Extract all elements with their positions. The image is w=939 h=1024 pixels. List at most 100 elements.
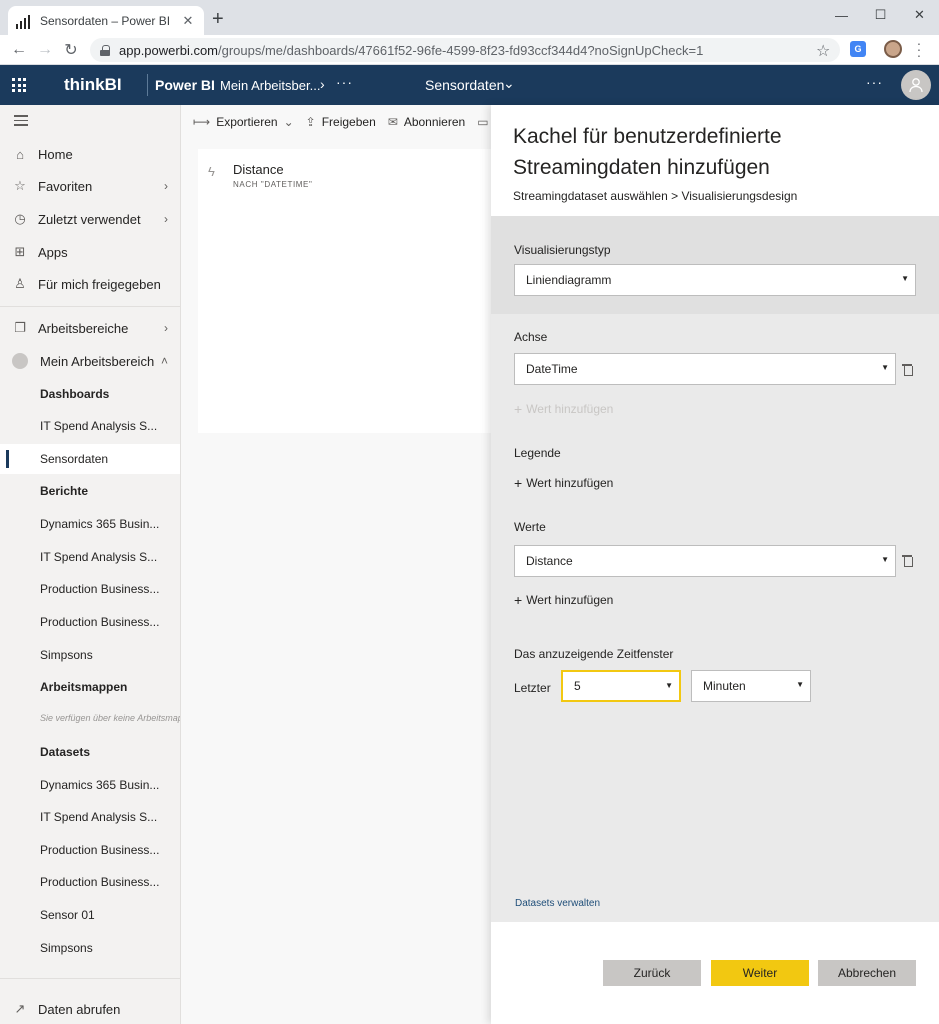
caret-down-icon: ▼ — [881, 363, 889, 372]
new-tab-button[interactable]: + — [212, 9, 224, 29]
app-launcher-icon[interactable] — [12, 78, 26, 92]
close-window-button[interactable]: ✕ — [900, 0, 939, 30]
browser-tab-strip: Sensordaten – Power BI ✕ + — ☐ ✕ — [0, 0, 939, 35]
address-bar[interactable]: app.powerbi.com/groups/me/dashboards/476… — [90, 38, 840, 62]
browser-tab[interactable]: Sensordaten – Power BI ✕ — [8, 6, 204, 35]
list-item[interactable]: Production Business... — [0, 835, 180, 865]
nav-item-label: Für mich freigegeben — [38, 276, 161, 292]
nav-item-shared[interactable]: ♙ Für mich freigegeben — [0, 269, 180, 299]
minimize-button[interactable]: — — [822, 0, 861, 30]
arrow-up-right-icon: ↗ — [14, 1001, 26, 1016]
lightning-icon: ϟ — [208, 164, 215, 179]
export-icon: ⟼ — [193, 114, 211, 129]
product-name[interactable]: Power BI — [155, 77, 215, 93]
list-item[interactable]: Simpsons — [0, 640, 180, 670]
add-legend-value-button[interactable]: + Wert hinzufügen — [514, 475, 613, 491]
add-value-label: Wert hinzufügen — [526, 593, 614, 607]
axis-select[interactable]: DateTime ▼ — [514, 353, 896, 385]
viz-type-label: Visualisierungstyp — [514, 243, 611, 257]
values-select[interactable]: Distance ▼ — [514, 545, 896, 577]
cancel-button[interactable]: Abbrechen — [818, 960, 916, 986]
list-item[interactable]: Sensor 01 — [0, 900, 180, 930]
list-item[interactable]: IT Spend Analysis S... — [0, 411, 180, 441]
list-item[interactable]: IT Spend Analysis S... — [0, 542, 180, 572]
time-unit-select[interactable]: Minuten ▼ — [691, 670, 811, 702]
chevron-up-icon: ˄ — [160, 354, 168, 368]
browser-menu-icon[interactable]: · · · — [914, 36, 924, 62]
nav-divider — [0, 978, 180, 979]
trash-icon[interactable] — [902, 555, 913, 567]
browser-tab-title: Sensordaten – Power BI — [40, 13, 171, 28]
subscribe-button[interactable]: ✉ Abonnieren — [388, 115, 465, 129]
forward-arrow-icon[interactable]: → — [32, 41, 58, 59]
nav-item-label: Home — [38, 146, 73, 162]
nav-item-label: Daten abrufen — [38, 1001, 121, 1017]
last-label: Letzter — [514, 681, 551, 695]
dashboard-title[interactable]: Sensordaten — [425, 77, 504, 93]
section-workbooks: Arbeitsmappen — [40, 680, 128, 694]
list-item[interactable]: Production Business... — [0, 867, 180, 897]
nav-item-apps[interactable]: ⊞ Apps — [0, 237, 180, 267]
nav-item-favorites[interactable]: ☆ Favoriten › — [0, 171, 180, 201]
add-tile-panel: Kachel für benutzerdefinierte Streamingd… — [491, 105, 939, 1024]
back-button[interactable]: Zurück — [603, 960, 701, 986]
profile-avatar[interactable] — [884, 40, 902, 58]
back-arrow-icon[interactable]: ← — [6, 41, 32, 59]
caret-down-icon: ▼ — [881, 555, 889, 564]
panel-title: Kachel für benutzerdefinierte Streamingd… — [513, 125, 782, 179]
apps-icon: ⊞ — [14, 244, 26, 259]
header-more-icon[interactable]: ··· — [866, 74, 883, 90]
time-count-select[interactable]: 5 ▼ — [561, 670, 681, 702]
share-icon: ⇪ — [305, 114, 316, 129]
maximize-button[interactable]: ☐ — [861, 0, 900, 30]
add-values-value-button[interactable]: + Wert hinzufügen — [514, 592, 613, 608]
export-button[interactable]: ⟼ Exportieren ⌄ — [193, 115, 294, 129]
list-item[interactable]: Production Business... — [0, 607, 180, 637]
trash-icon[interactable] — [902, 364, 913, 376]
share-label: Freigeben — [321, 114, 376, 129]
caret-down-icon: ▼ — [796, 680, 804, 689]
nav-item-home[interactable]: ⌂ Home — [0, 139, 180, 169]
subscribe-label: Abonnieren — [403, 114, 466, 129]
translate-extension-icon[interactable]: G — [850, 41, 866, 57]
reload-icon[interactable]: ↻ — [58, 40, 84, 60]
time-count-value: 5 — [574, 679, 581, 693]
workspace-breadcrumb[interactable]: Mein Arbeitsber... — [220, 78, 320, 93]
hamburger-menu-icon[interactable] — [14, 115, 28, 129]
panel-footer: Zurück Weiter Abbrechen — [491, 922, 939, 1024]
more-options-icon[interactable]: ··· — [336, 74, 353, 90]
breadcrumb: Streamingdataset auswählen > Visualisier… — [513, 189, 798, 203]
next-button[interactable]: Weiter — [711, 960, 809, 986]
list-item[interactable]: Dynamics 365 Busin... — [0, 509, 180, 539]
section-datasets: Datasets — [40, 745, 91, 759]
get-data-button[interactable]: ↗ Daten abrufen — [0, 994, 180, 1024]
viz-type-select[interactable]: Liniendiagramm ▼ — [514, 264, 916, 296]
tile-title: Distance — [233, 162, 284, 177]
chevron-down-icon[interactable]: ⌄ — [503, 75, 515, 92]
tab-close-icon[interactable]: ✕ — [180, 13, 196, 29]
share-button[interactable]: ⇪ Freigeben — [306, 115, 376, 129]
nav-item-my-workspace[interactable]: Mein Arbeitsbereich ˄ — [0, 346, 180, 376]
manage-datasets-link[interactable]: Datasets verwalten — [515, 898, 600, 909]
bookmark-star-icon[interactable]: ☆ — [816, 41, 830, 61]
plus-icon: + — [514, 475, 523, 491]
time-window-label: Das anzuzeigende Zeitfenster — [514, 647, 674, 661]
user-avatar[interactable] — [901, 70, 931, 100]
chevron-right-icon: › — [320, 76, 325, 92]
nav-item-recent[interactable]: ◷ Zuletzt verwendet › — [0, 204, 180, 234]
list-item[interactable]: Production Business... — [0, 574, 180, 604]
list-item-active[interactable]: Sensordaten — [0, 444, 180, 474]
list-item[interactable]: Simpsons — [0, 933, 180, 963]
list-item[interactable]: Dynamics 365 Busin... — [0, 770, 180, 800]
nav-item-workspaces[interactable]: ❐ Arbeitsbereiche › — [0, 313, 180, 343]
chevron-right-icon: › — [164, 212, 168, 226]
add-value-label: Wert hinzufügen — [526, 402, 614, 416]
values-label: Werte — [514, 520, 546, 534]
empty-workbooks-note: Sie verfügen über keine Arbeitsmappen — [40, 713, 180, 723]
add-value-label: Wert hinzufügen — [526, 476, 614, 490]
export-label: Exportieren — [216, 114, 278, 129]
streaming-tile[interactable]: ϟ Distance NACH "DATETIME" — [198, 149, 498, 433]
list-item[interactable]: IT Spend Analysis S... — [0, 802, 180, 832]
add-axis-value-button[interactable]: + Wert hinzufügen — [514, 401, 613, 417]
clock-icon: ◷ — [14, 211, 26, 226]
